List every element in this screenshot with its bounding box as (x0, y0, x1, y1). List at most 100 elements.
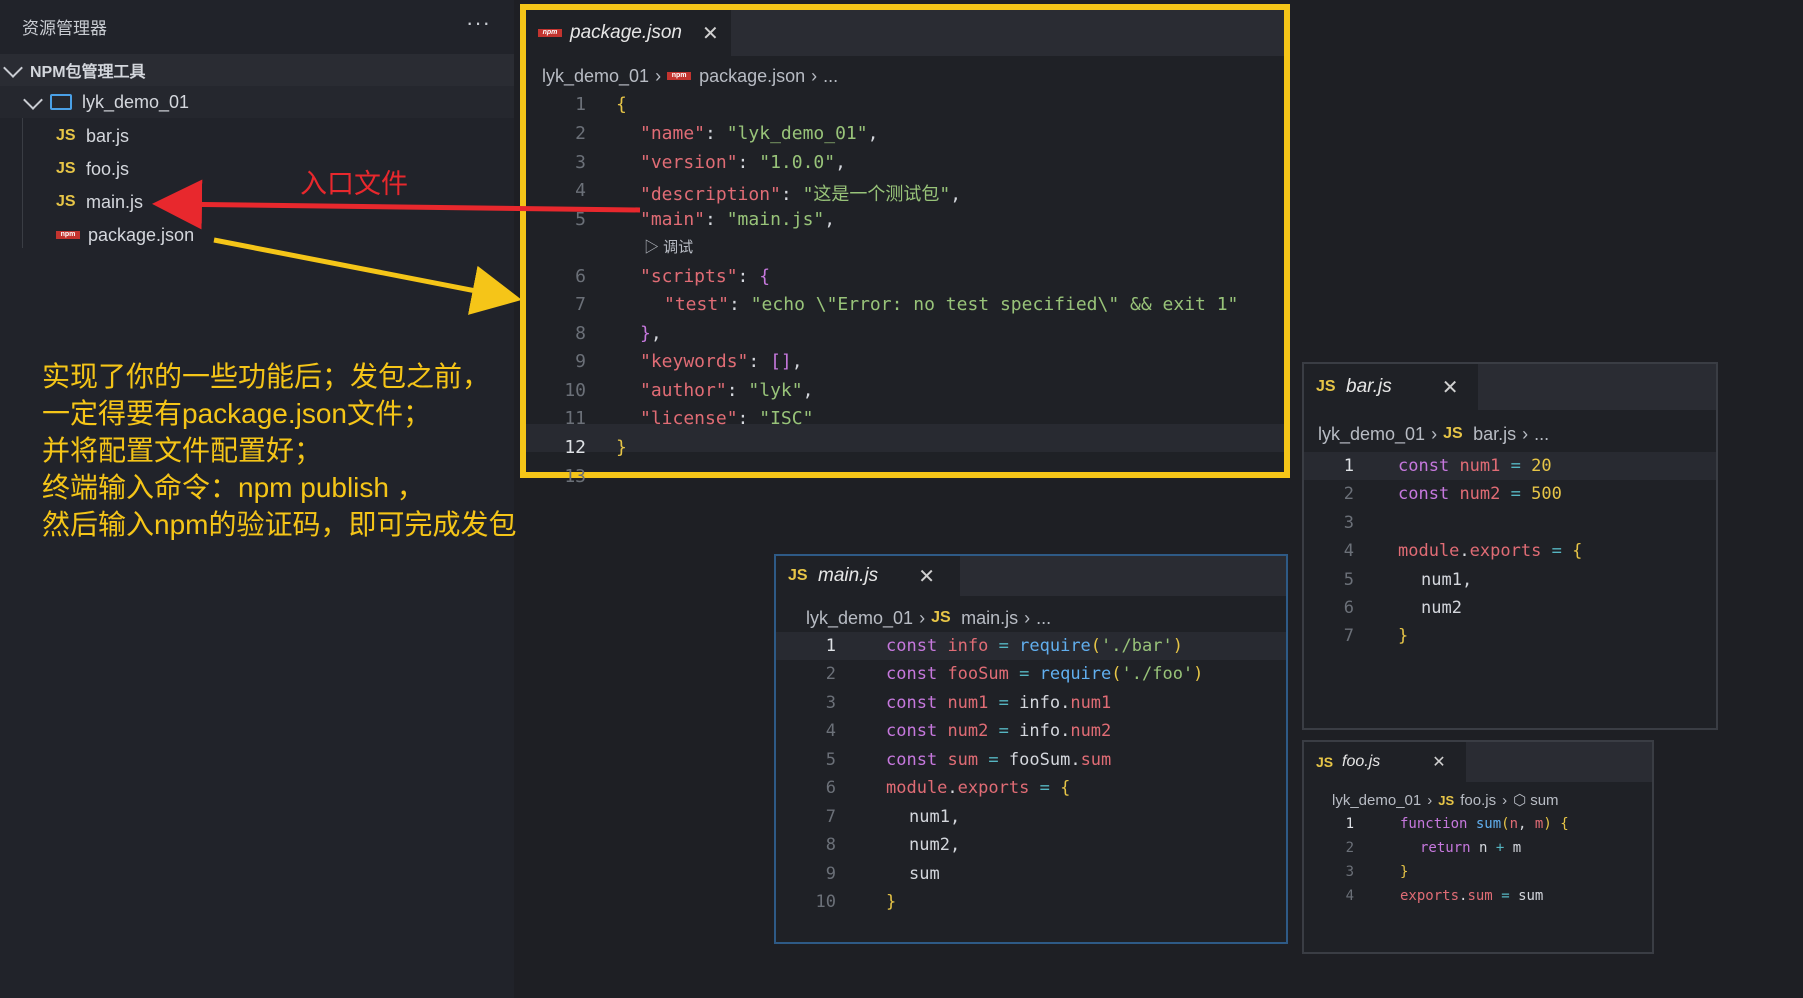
tab-bar: npm package.json ✕ (526, 10, 1284, 56)
folder-label: lyk_demo_01 (82, 91, 190, 112)
tab-package-json[interactable]: npm package.json ✕ (526, 10, 731, 56)
line-number: 5 (1343, 570, 1354, 590)
line-number: 3 (825, 693, 836, 713)
code-line: "keywords": [], (640, 351, 803, 372)
line-number: 3 (1343, 513, 1354, 533)
tab-foo-js[interactable]: JS foo.js ✕ (1304, 742, 1466, 782)
breadcrumb-symbol[interactable]: ... (1036, 608, 1051, 629)
code-line: function sum(n, m) { (1400, 816, 1569, 832)
line-number: 7 (825, 807, 836, 827)
js-file-icon: JS (1438, 792, 1455, 808)
code-line: num1, (909, 807, 961, 827)
entry-file-annotation: 入口文件 (300, 169, 408, 199)
file-label: package.json (88, 224, 195, 245)
close-icon[interactable]: ✕ (1442, 375, 1459, 400)
js-file-icon: JS (931, 609, 951, 626)
line-number: 10 (815, 892, 836, 912)
code-line: "scripts": { (640, 266, 771, 287)
code-line: } (616, 437, 627, 458)
close-icon[interactable]: ✕ (918, 564, 935, 589)
tab-main-js[interactable]: JS main.js ✕ (776, 556, 960, 596)
line-number: 5 (575, 209, 586, 230)
line-number: 8 (825, 835, 836, 855)
line-number: 6 (575, 266, 586, 287)
publish-instructions-note: 实现了你的一些功能后；发包之前， 一定得要有package.json文件； 并将… (42, 361, 517, 540)
code-line: "test": "echo \"Error: no test specified… (664, 294, 1239, 315)
line-number: 3 (1345, 864, 1354, 880)
breadcrumb-file[interactable]: main.js (961, 608, 1018, 629)
tab-bar: JS foo.js ✕ (1304, 742, 1652, 782)
file-item-foo[interactable]: JS foo.js (0, 153, 514, 185)
workspace-section-label: NPM包管理工具 (30, 64, 146, 81)
line-number: 2 (825, 664, 836, 684)
line-number: 7 (1343, 626, 1354, 646)
code-line: const num2 = 500 (1398, 484, 1562, 504)
file-item-package[interactable]: npm package.json (0, 219, 514, 251)
line-number: 6 (825, 778, 836, 798)
line-number: 4 (1343, 541, 1354, 561)
close-icon[interactable]: ✕ (1432, 752, 1445, 772)
js-file-icon: JS (56, 127, 76, 144)
line-number: 1 (1343, 456, 1354, 476)
line-number: 7 (575, 294, 586, 315)
line-number: 2 (1345, 840, 1354, 856)
workspace-section[interactable]: NPM包管理工具 (0, 54, 514, 86)
line-number: 4 (1345, 888, 1354, 904)
file-label: main.js (86, 191, 144, 212)
breadcrumb-file[interactable]: foo.js (1460, 792, 1496, 809)
bar-js-editor: JS bar.js ✕ lyk_demo_01 › JS bar.js › ..… (1302, 362, 1718, 730)
line-number: 1 (1345, 816, 1354, 832)
chevron-right-icon: › (655, 65, 662, 86)
file-item-main[interactable]: JS main.js (0, 186, 514, 218)
cube-icon: ⬡ (1513, 792, 1527, 809)
close-icon[interactable]: ✕ (702, 21, 719, 46)
line-number: 1 (575, 94, 586, 115)
chevron-right-icon: › (1502, 791, 1508, 809)
chevron-down-icon (3, 58, 23, 78)
breadcrumb-folder[interactable]: lyk_demo_01 (542, 66, 649, 87)
js-file-icon: JS (56, 193, 76, 210)
js-file-icon: JS (56, 160, 76, 177)
chevron-right-icon: › (919, 607, 926, 628)
chevron-right-icon: › (1024, 607, 1031, 628)
code-line: const num2 = info.num2 (886, 721, 1112, 741)
breadcrumb-file[interactable]: bar.js (1473, 424, 1516, 445)
line-number: 5 (825, 750, 836, 770)
tab-bar-js[interactable]: JS bar.js ✕ (1304, 364, 1478, 410)
tab-bar: JS main.js ✕ (776, 556, 1286, 596)
code-line: "name": "lyk_demo_01", (640, 123, 879, 144)
breadcrumb-folder[interactable]: lyk_demo_01 (806, 608, 913, 629)
code-line: return n + m (1420, 840, 1522, 856)
chevron-right-icon: › (1431, 423, 1438, 444)
code-line: }, (640, 323, 662, 344)
code-line: "version": "1.0.0", (640, 152, 846, 173)
breadcrumb-symbol[interactable]: ... (823, 66, 838, 87)
tab-label: package.json (570, 22, 682, 43)
more-actions-icon[interactable]: ··· (466, 10, 491, 36)
line-number: 6 (1343, 598, 1354, 618)
tab-label: bar.js (1346, 376, 1392, 397)
breadcrumb-folder[interactable]: lyk_demo_01 (1318, 424, 1425, 445)
line-number: 9 (575, 351, 586, 372)
code-line: num1, (1421, 570, 1473, 590)
chevron-down-icon (23, 90, 43, 110)
breadcrumb-symbol[interactable]: ... (1534, 424, 1549, 445)
line-number: 2 (575, 123, 586, 144)
code-line: "author": "lyk", (640, 380, 814, 401)
line-number: 12 (564, 437, 586, 458)
code-line: } (886, 892, 897, 912)
chevron-right-icon: › (811, 65, 818, 86)
line-number: 11 (564, 408, 586, 429)
file-item-bar[interactable]: JS bar.js (0, 120, 514, 152)
package-json-editor: npm package.json ✕ lyk_demo_01 › npm pac… (520, 4, 1290, 487)
code-line: "description": "这是一个测试包", (640, 184, 962, 205)
code-line: num2 (1421, 598, 1462, 618)
breadcrumb-symbol[interactable]: sum (1530, 792, 1558, 809)
npm-file-icon: npm (667, 72, 692, 80)
debug-codelens[interactable]: ▷ 调试 (644, 236, 693, 257)
breadcrumb-file[interactable]: package.json (699, 66, 805, 87)
folder-item[interactable]: lyk_demo_01 (0, 86, 514, 118)
js-file-icon: JS (1443, 425, 1463, 442)
code-line: "main": "main.js", (640, 209, 836, 230)
breadcrumb-folder[interactable]: lyk_demo_01 (1332, 792, 1421, 809)
